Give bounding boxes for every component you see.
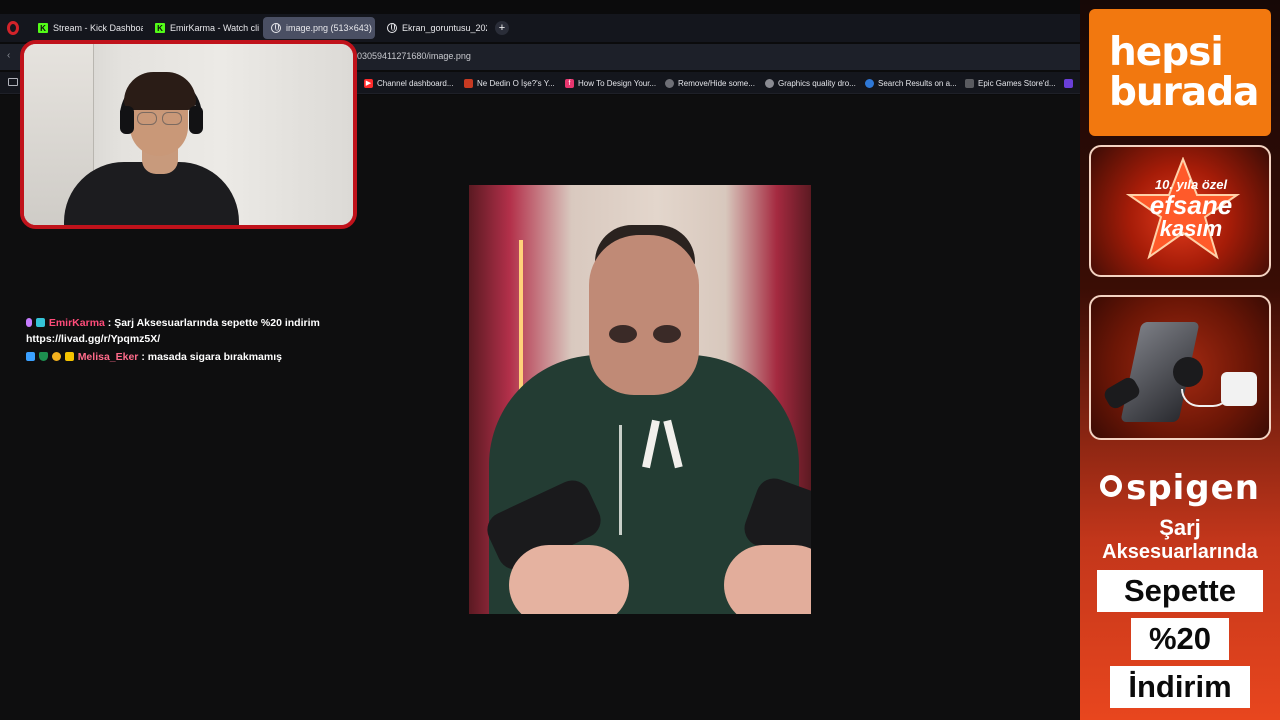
ad-sepette-box: Sepette <box>1097 570 1263 612</box>
product-image <box>1089 295 1271 440</box>
epic-icon <box>965 78 974 88</box>
chat-message: EmirKarma : Şarj Aksesuarlarında sepette… <box>26 315 346 347</box>
chat-message: Melisa_Eker : masada sigara bırakmamış <box>26 349 346 365</box>
crown-badge-icon <box>64 352 74 361</box>
bookmark-label: How To Design Your... <box>578 78 657 88</box>
bookmark-epic-games[interactable]: Epic Games Store'd... <box>965 76 1056 90</box>
tab-label: EmirKarma - Watch clips o <box>170 23 259 33</box>
globe-icon <box>271 23 281 33</box>
new-tab-button[interactable]: + <box>495 21 509 35</box>
tab-image-png[interactable]: image.png (513×643) <box>263 17 375 39</box>
url-text[interactable]: 303059411271680/image.png <box>352 51 471 61</box>
youtube-icon: ▶ <box>364 78 373 88</box>
ad-panel: hepsi burada 10. yıla özel efsane kasım … <box>1080 0 1280 720</box>
spigen-logo: spigen <box>1080 468 1280 508</box>
bookmark-label: Graphics quality dro... <box>778 78 856 88</box>
bookmark-how-to-design[interactable]: f How To Design Your... <box>565 76 656 90</box>
one-badge-icon <box>51 352 61 361</box>
ad-indirim-box: İndirim <box>1110 666 1250 708</box>
back-arrow-icon[interactable]: ‹ <box>7 50 10 61</box>
kick-icon: K <box>38 23 48 33</box>
tab-emirkarma-clips[interactable]: K EmirKarma - Watch clips o <box>147 17 259 39</box>
gear-icon <box>765 78 774 88</box>
tab-ekran-goruntusu[interactable]: Ekran_goruntusu_2025-11 <box>379 17 487 39</box>
tv-badge-icon <box>26 352 35 361</box>
shield-badge-icon <box>38 352 48 361</box>
bookmark-label: Channel dashboard... <box>377 78 454 88</box>
chat-username[interactable]: Melisa_Eker <box>78 351 139 363</box>
tab-label: Ekran_goruntusu_2025-11 <box>402 23 487 33</box>
promo-line: kasım <box>1159 216 1223 241</box>
displayed-image[interactable] <box>469 185 811 614</box>
chat-username[interactable]: EmirKarma <box>49 317 105 329</box>
bookmark-label: Search Results on a... <box>878 78 957 88</box>
ad-text-line: Şarj <box>1159 515 1201 540</box>
figma-icon: f <box>565 78 574 88</box>
tab-label: Stream - Kick Dashboard <box>53 23 143 33</box>
bookmark-graphics-quality[interactable]: Graphics quality dro... <box>765 76 856 90</box>
bookmark-channel-dashboard[interactable]: ▶ Channel dashboard... <box>364 76 454 90</box>
brand-line: burada <box>1109 69 1259 115</box>
bookmark-label: Ne Dedin O İşe?'s Y... <box>477 78 555 88</box>
chart-icon <box>464 78 473 88</box>
webcam-overlay <box>20 40 357 229</box>
chat-overlay: EmirKarma : Şarj Aksesuarlarında sepette… <box>26 315 346 367</box>
hepsiburada-logo: hepsi burada <box>1089 9 1271 136</box>
spigen-wordmark: spigen <box>1126 468 1260 508</box>
bookmark-ne-dedin[interactable]: Ne Dedin O İşe?'s Y... <box>464 76 555 90</box>
mic-badge-icon <box>26 318 32 327</box>
bookmark-more[interactable] <box>1064 76 1073 90</box>
tab-kick-dashboard[interactable]: K Stream - Kick Dashboard <box>30 17 143 39</box>
bookmark-remove-hide[interactable]: Remove/Hide some... <box>665 76 755 90</box>
chat-text: : masada sigara bırakmamış <box>141 351 282 363</box>
opera-logo-icon[interactable] <box>2 17 24 39</box>
remove-icon <box>665 78 674 88</box>
folder-icon[interactable] <box>8 78 18 86</box>
ad-text-line: Aksesuarlarında <box>1102 541 1258 563</box>
grid-badge-icon <box>35 318 45 327</box>
promo-line: efsane <box>1149 190 1233 220</box>
bookmark-label: Epic Games Store'd... <box>978 78 1056 88</box>
bookmark-label: Remove/Hide some... <box>678 78 755 88</box>
ad-percent-box: %20 <box>1131 618 1229 660</box>
bookmark-search-results[interactable]: Search Results on a... <box>865 76 957 90</box>
spigen-logo-icon <box>1100 475 1123 497</box>
kick-icon: K <box>155 23 165 33</box>
tab-label: image.png (513×643) <box>286 23 372 33</box>
search-icon <box>865 78 874 88</box>
tab-bar: K Stream - Kick Dashboard K EmirKarma - … <box>0 14 1080 42</box>
promo-banner: 10. yıla özel efsane kasım <box>1089 145 1271 277</box>
globe-icon <box>387 23 397 33</box>
brand-line: hepsi <box>1109 29 1224 75</box>
extension-icon <box>1064 78 1073 88</box>
